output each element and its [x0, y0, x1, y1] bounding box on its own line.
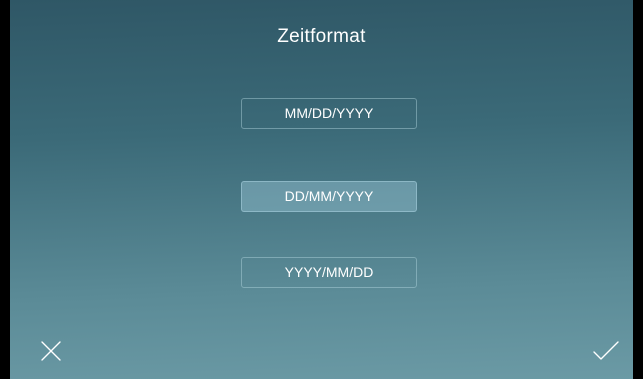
confirm-button[interactable]: [592, 340, 626, 374]
option-dd-mm-yyyy[interactable]: DD/MM/YYYY: [241, 181, 417, 212]
checkmark-icon: [593, 341, 619, 360]
page-title: Zeitformat: [277, 26, 366, 47]
cancel-button[interactable]: [40, 340, 74, 374]
close-icon: [41, 341, 61, 361]
option-yyyy-mm-dd[interactable]: YYYY/MM/DD: [241, 257, 417, 288]
option-mm-dd-yyyy[interactable]: MM/DD/YYYY: [241, 98, 417, 129]
time-format-screen: Zeitformat MM/DD/YYYY DD/MM/YYYY YYYY/MM…: [10, 0, 633, 379]
device-frame: Zeitformat MM/DD/YYYY DD/MM/YYYY YYYY/MM…: [0, 0, 643, 379]
